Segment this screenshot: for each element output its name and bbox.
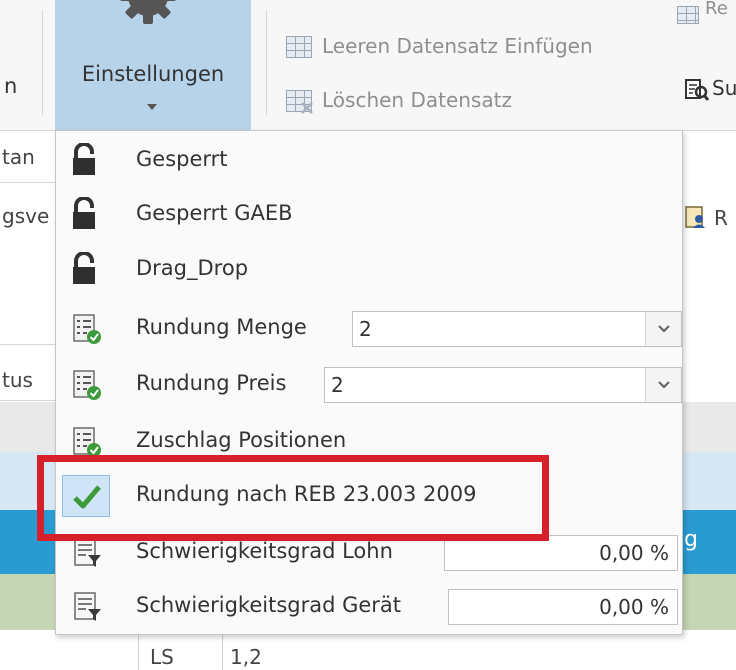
input-value: 0,00 % (599, 541, 669, 565)
checklist-icon (73, 314, 101, 344)
menu-item-gesperrt[interactable]: Gesperrt (56, 134, 682, 187)
icon-slot (62, 364, 110, 406)
schwierigkeitsgrad-geraet-input[interactable]: 0,00 % (448, 589, 678, 625)
padlock-open-icon (73, 143, 95, 175)
ribbon-separator (42, 10, 43, 115)
insert-empty-record-button[interactable]: Leeren Datensatz Einfügen (286, 34, 666, 64)
document-filter-icon (74, 538, 101, 567)
menu-item-label: Gesperrt GAEB (136, 201, 293, 225)
ribbon-button-right-top[interactable]: Re (677, 0, 736, 30)
menu-item-schwierigkeitsgrad-geraet[interactable]: Schwierigkeitsgrad Gerät 0,00 % (56, 580, 682, 633)
checklist-icon (73, 370, 101, 400)
icon-slot (62, 140, 110, 182)
bg-label-row2: gsve (2, 204, 50, 228)
menu-item-label: Schwierigkeitsgrad Lohn (136, 539, 393, 563)
padlock-open-icon (73, 197, 95, 229)
menu-item-label: Rundung Menge (136, 315, 307, 339)
table-delete-icon (286, 90, 313, 114)
menu-item-label: Rundung Preis (136, 371, 287, 395)
grid-cell-value[interactable]: 1,2 (230, 645, 262, 669)
padlock-open-icon (73, 252, 95, 284)
chevron-down-icon (658, 381, 670, 389)
report-person-icon (685, 206, 705, 228)
icon-slot (62, 586, 110, 628)
checklist-icon (73, 427, 101, 457)
document-filter-icon (74, 592, 101, 621)
insert-empty-record-label: Leeren Datensatz Einfügen (322, 34, 593, 58)
select-arrow[interactable] (645, 368, 681, 402)
select-arrow[interactable] (645, 312, 681, 346)
chevron-down-icon (658, 325, 670, 333)
table-insert-icon (286, 36, 312, 58)
dropdown-caret-icon (147, 104, 157, 110)
rundung-menge-select[interactable]: 2 (352, 311, 682, 347)
divider (0, 344, 55, 345)
icon-slot (62, 308, 110, 350)
settings-button[interactable]: Einstellungen (55, 0, 251, 130)
menu-item-label: Drag_Drop (136, 256, 249, 280)
settings-label: Einstellungen (81, 62, 225, 86)
input-value: 0,00 % (599, 595, 669, 619)
bg-report-button[interactable]: R (682, 204, 736, 234)
grid-data-row[interactable] (0, 630, 736, 670)
settings-dropdown-menu: Gesperrt Gesperrt GAEB Drag_Drop Rundung… (55, 130, 683, 635)
menu-item-drag-drop[interactable]: Drag_Drop (56, 243, 682, 296)
menu-item-rundung-preis[interactable]: Rundung Preis 2 (56, 358, 682, 411)
grid-cell-unit[interactable]: LS (150, 645, 174, 669)
ribbon-fragment-left[interactable]: n (4, 74, 17, 98)
ribbon-button-right-mid[interactable]: Su (684, 76, 736, 106)
rundung-preis-select[interactable]: 2 (324, 367, 682, 403)
icon-slot (62, 194, 110, 236)
table-icon (677, 6, 699, 24)
delete-record-label: Löschen Datensatz (322, 88, 512, 112)
menu-item-label: Schwierigkeitsgrad Gerät (136, 593, 402, 617)
menu-item-label: Zuschlag Positionen (136, 428, 347, 452)
bg-label-row1: tan (2, 145, 35, 169)
delete-record-button[interactable]: Löschen Datensatz (286, 88, 586, 118)
menu-item-gesperrt-gaeb[interactable]: Gesperrt GAEB (56, 188, 682, 241)
bg-report-label: R (714, 206, 728, 230)
gear-icon (120, 0, 176, 24)
select-value: 2 (331, 373, 344, 397)
highlight-annotation-box (37, 455, 549, 541)
grid-cell-divider (138, 630, 139, 670)
menu-item-rundung-menge[interactable]: Rundung Menge 2 (56, 302, 682, 355)
ribbon-right-top-label: Re (705, 0, 728, 19)
ribbon-right-mid-label: Su (712, 76, 736, 100)
divider (0, 400, 55, 401)
search-document-icon (685, 79, 710, 101)
divider (0, 182, 55, 183)
grid-cell-divider (222, 630, 223, 670)
select-value: 2 (359, 317, 372, 341)
bg-label-row3: tus (2, 368, 33, 392)
icon-slot (62, 249, 110, 291)
grid-header-fragment: g (684, 527, 698, 552)
menu-item-label: Gesperrt (136, 147, 228, 171)
ribbon-separator (266, 10, 267, 115)
